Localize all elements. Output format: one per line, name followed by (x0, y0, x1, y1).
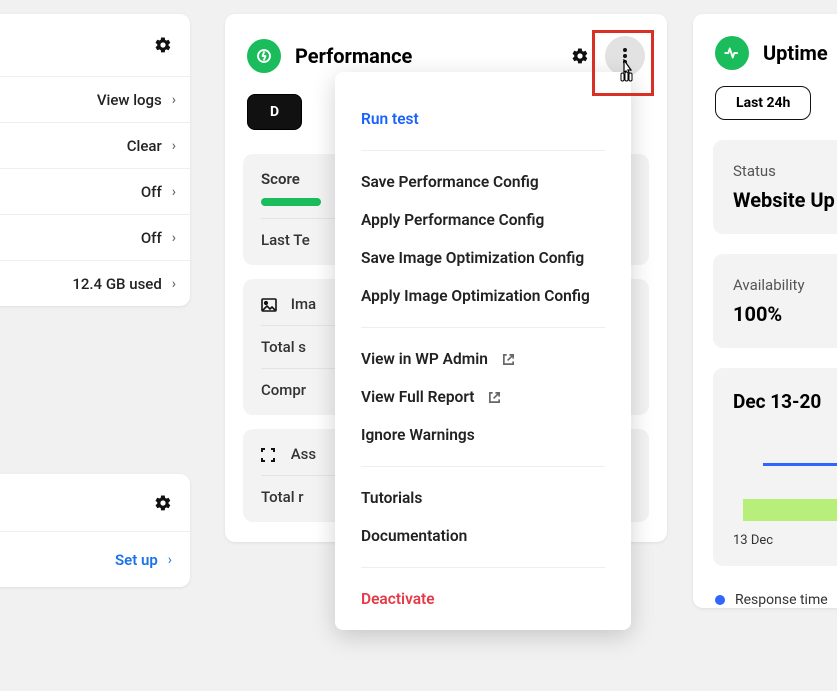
chevron-right-icon: › (172, 276, 176, 292)
dd-wp-admin[interactable]: View in WP Admin (335, 340, 631, 378)
separator (361, 466, 605, 467)
row-label: Ima (291, 295, 316, 313)
row-label: View logs (97, 91, 162, 109)
view-logs-row[interactable]: View logs › (0, 76, 190, 122)
setup-link[interactable]: Set up (115, 551, 158, 569)
uptime-card: Uptime Last 24h Status Website Up Availa… (693, 14, 837, 608)
uptime-bar (743, 499, 837, 521)
legend-response-time: Response time (715, 592, 837, 608)
storage-row[interactable]: 12.4 GB used › (0, 260, 190, 306)
setup-row[interactable]: Set up › (0, 531, 190, 587)
dd-apply-perf[interactable]: Apply Performance Config (335, 201, 631, 239)
response-time-line (763, 463, 837, 466)
dd-run-test[interactable]: Run test (335, 100, 631, 138)
off-row-1[interactable]: Off › (0, 168, 190, 214)
dd-deactivate[interactable]: Deactivate (335, 580, 631, 618)
uptime-title: Uptime (763, 41, 828, 65)
range-pill-24h[interactable]: Last 24h (715, 86, 811, 120)
run-button[interactable]: D (247, 94, 302, 130)
status-label: Status (733, 162, 837, 180)
chart-title: Dec 13-20 (733, 390, 837, 413)
row-label: Off (141, 229, 162, 247)
chart-xlabel: 13 Dec (733, 533, 837, 548)
uptime-badge-icon (715, 36, 749, 70)
left-panel: View logs › Clear › Off › Off › 12.4 GB used… (0, 14, 190, 306)
status-value: Website Up (733, 188, 837, 212)
gear-icon[interactable] (154, 494, 172, 512)
chevron-right-icon: › (168, 552, 172, 568)
dd-docs[interactable]: Documentation (335, 517, 631, 555)
external-link-icon (502, 353, 515, 366)
legend-dot-icon (715, 595, 725, 605)
score-bar (261, 198, 321, 206)
clear-row[interactable]: Clear › (0, 122, 190, 168)
left-panel-2: lates Set up › (0, 474, 190, 587)
separator (361, 150, 605, 151)
status-block: Status Website Up (713, 140, 837, 234)
gear-icon[interactable] (571, 47, 589, 65)
chevron-right-icon: › (172, 230, 176, 246)
availability-label: Availability (733, 276, 837, 294)
legend-label: Response time (735, 592, 828, 608)
chevron-right-icon: › (172, 138, 176, 154)
image-icon (261, 298, 277, 312)
dd-label: View in WP Admin (361, 350, 488, 368)
row-label: Clear (127, 137, 162, 155)
dd-save-perf[interactable]: Save Performance Config (335, 163, 631, 201)
separator (361, 567, 605, 568)
dd-tutorials[interactable]: Tutorials (335, 479, 631, 517)
dd-label: View Full Report (361, 388, 474, 406)
compress-icon (261, 448, 277, 462)
separator (361, 327, 605, 328)
performance-title: Performance (295, 44, 571, 68)
performance-badge-icon (247, 39, 281, 73)
off-row-2[interactable]: Off › (0, 214, 190, 260)
chart-area (733, 437, 837, 521)
dd-ignore[interactable]: Ignore Warnings (335, 416, 631, 454)
availability-value: 100% (733, 302, 837, 326)
external-link-icon (488, 391, 501, 404)
cursor-icon (617, 59, 637, 83)
dd-apply-img[interactable]: Apply Image Optimization Config (335, 277, 631, 315)
more-options-dropdown: Run test Save Performance Config Apply P… (335, 72, 631, 630)
dd-save-img[interactable]: Save Image Optimization Config (335, 239, 631, 277)
row-label: Off (141, 183, 162, 201)
dd-full-report[interactable]: View Full Report (335, 378, 631, 416)
chevron-right-icon: › (172, 184, 176, 200)
chevron-right-icon: › (172, 92, 176, 108)
uptime-chart: Dec 13-20 13 Dec (713, 368, 837, 566)
row-label: Ass (291, 445, 316, 463)
row-label: 12.4 GB used (72, 275, 161, 293)
gear-icon[interactable] (154, 36, 172, 54)
availability-block: Availability 100% (713, 254, 837, 348)
